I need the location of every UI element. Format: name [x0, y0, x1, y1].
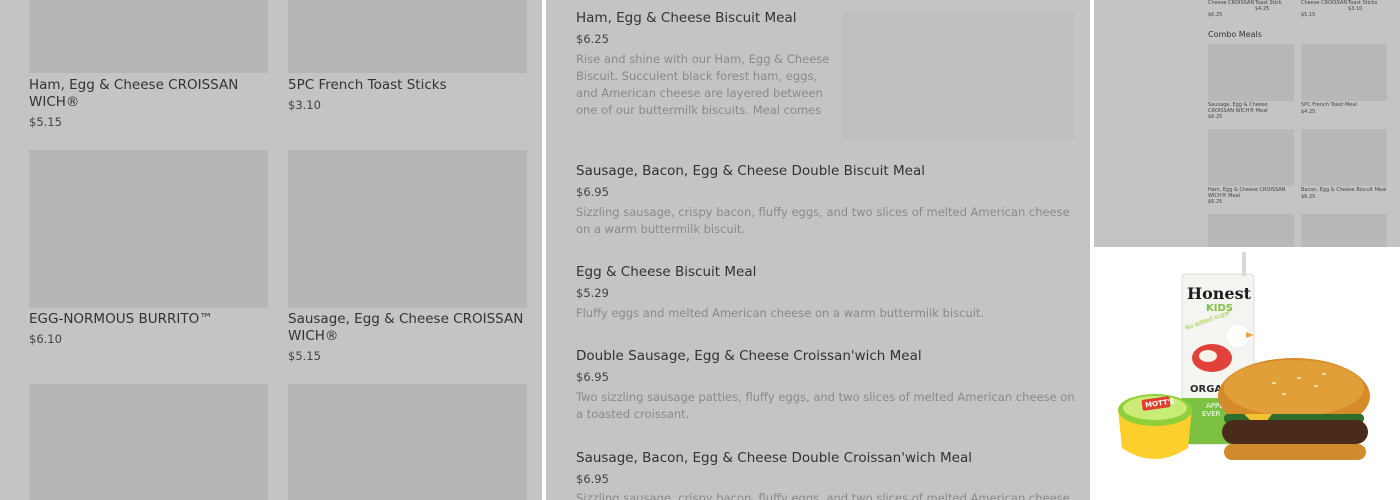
- item-name[interactable]: Sausage, Egg & Cheese CROISSAN WICH® Mea…: [1208, 102, 1294, 114]
- item-image[interactable]: [1208, 214, 1294, 247]
- item-price: $4.25: [1255, 6, 1270, 12]
- item-price: $6.95: [576, 370, 609, 384]
- kids-meal-illustration: Honest KIDS No added sugar ORGAN APPL EV…: [1118, 252, 1370, 460]
- menu-grid-panel: Ham, Egg & Cheese CROISSAN WICH® $5.15 5…: [0, 0, 542, 500]
- item-name[interactable]: Ham, Egg & Cheese CROISSAN WICH®: [29, 77, 269, 111]
- item-name[interactable]: Sausage, Bacon, Egg & Cheese Double Croi…: [576, 450, 972, 466]
- item-image[interactable]: [1301, 214, 1387, 247]
- applesauce-cup: MOTT'S: [1118, 394, 1192, 459]
- item-image[interactable]: [29, 150, 268, 308]
- juice-flavor-line2: EVER: [1202, 410, 1221, 418]
- item-price: $5.15: [1301, 12, 1316, 18]
- item-price: $6.25: [1208, 12, 1223, 18]
- item-image[interactable]: [1301, 44, 1387, 101]
- item-name[interactable]: 5PC French Toast Meal: [1301, 102, 1387, 108]
- burger: [1218, 358, 1370, 460]
- item-description: Rise and shine with our Ham, Egg & Chees…: [576, 52, 830, 117]
- juice-brand: Honest: [1187, 284, 1252, 303]
- item-price: $6.25: [576, 32, 609, 46]
- menu-list-panel: Ham, Egg & Cheese Biscuit Meal $6.25 Ris…: [546, 0, 1090, 500]
- item-image[interactable]: [288, 384, 527, 500]
- item-name[interactable]: 5PC French Toast Sticks: [288, 77, 528, 94]
- item-name[interactable]: Ham, Egg & Cheese CROISSAN WICH® Meal: [1208, 187, 1294, 199]
- item-price: $6.25: [1301, 194, 1316, 200]
- section-title: Combo Meals: [1208, 30, 1262, 39]
- item-image[interactable]: [29, 384, 268, 500]
- item-image[interactable]: [842, 10, 1074, 140]
- mini-menu-panel: Cheese CROISSAN $6.25 Toast Stick $4.25 …: [1094, 0, 1400, 247]
- item-price: $6.25: [1208, 114, 1223, 120]
- item-name[interactable]: Cheese CROISSAN: [1301, 0, 1347, 6]
- item-price: $6.95: [576, 185, 609, 199]
- item-name[interactable]: Egg & Cheese Biscuit Meal: [576, 264, 756, 280]
- item-name[interactable]: EGG-NORMOUS BURRITO™: [29, 311, 269, 328]
- item-price: $5.29: [576, 286, 609, 300]
- item-name[interactable]: Bacon, Egg & Cheese Biscuit Meal: [1301, 187, 1387, 193]
- item-image[interactable]: [1208, 129, 1294, 186]
- item-image[interactable]: [1301, 129, 1387, 186]
- item-price: $3.10: [288, 98, 321, 112]
- item-image[interactable]: [1208, 44, 1294, 101]
- kids-meal-image: Honest KIDS No added sugar ORGAN APPL EV…: [1094, 248, 1400, 500]
- item-name[interactable]: Double Sausage, Egg & Cheese Croissan'wi…: [576, 348, 922, 364]
- item-description: Sizzling sausage, crispy bacon, fluffy e…: [576, 205, 1070, 236]
- item-description: Sizzling sausage, crispy bacon, fluffy e…: [576, 491, 1070, 500]
- item-price: $5.15: [29, 115, 62, 129]
- item-name[interactable]: Cheese CROISSAN: [1208, 0, 1254, 6]
- item-name[interactable]: Sausage, Egg & Cheese CROISSAN WICH®: [288, 311, 528, 345]
- item-price: $6.95: [576, 472, 609, 486]
- item-price: $5.15: [288, 349, 321, 363]
- item-name[interactable]: Sausage, Bacon, Egg & Cheese Double Bisc…: [576, 163, 925, 179]
- item-price: $4.25: [1301, 109, 1316, 115]
- item-image[interactable]: [29, 0, 268, 73]
- item-price: $6.10: [29, 332, 62, 346]
- item-name[interactable]: Ham, Egg & Cheese Biscuit Meal: [576, 10, 797, 26]
- item-image[interactable]: [288, 0, 527, 73]
- item-description: Two sizzling sausage patties, fluffy egg…: [576, 390, 1075, 421]
- item-price: $6.25: [1208, 199, 1223, 205]
- item-description: Fluffy eggs and melted American cheese o…: [576, 306, 985, 320]
- item-price: $3.10: [1348, 6, 1363, 12]
- item-image[interactable]: [288, 150, 527, 308]
